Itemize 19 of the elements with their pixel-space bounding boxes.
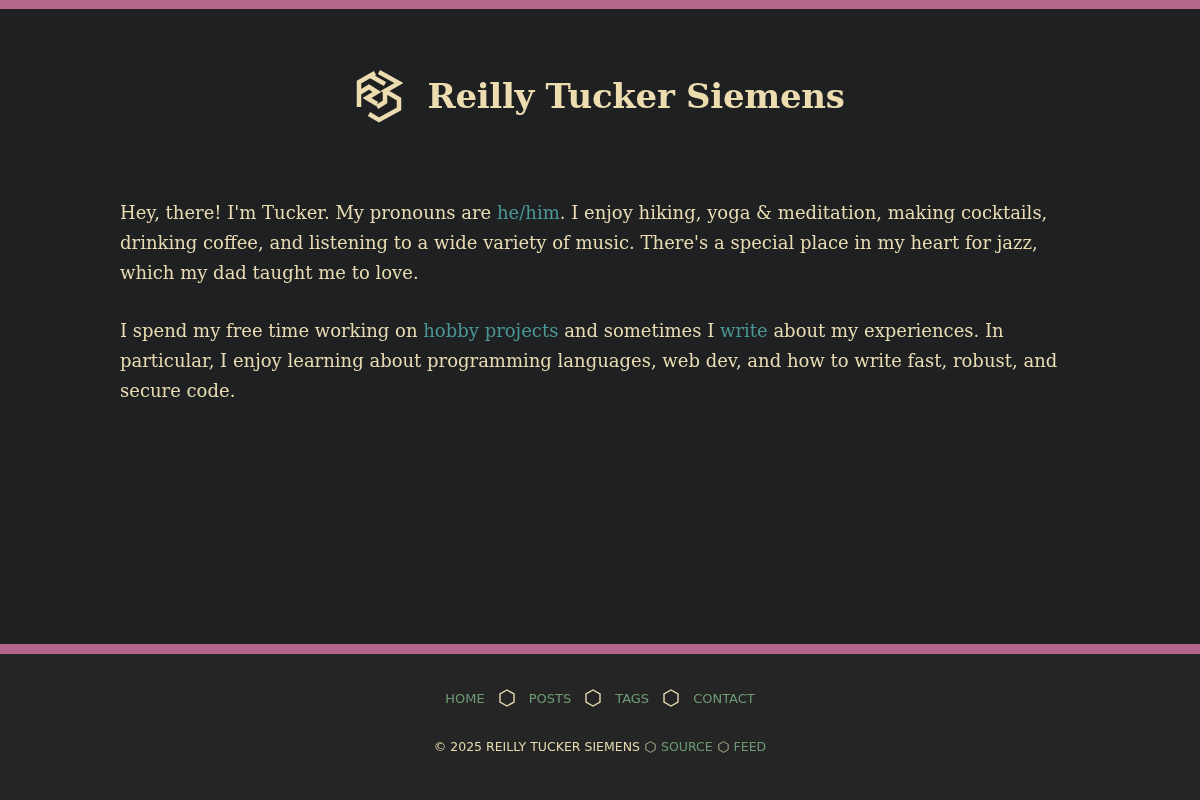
text-link[interactable]: he/him bbox=[497, 202, 560, 223]
hexagon-icon bbox=[498, 689, 515, 707]
nav-link[interactable]: CONTACT bbox=[693, 690, 755, 706]
nav-link[interactable]: TAGS bbox=[615, 690, 650, 706]
text-link[interactable]: write bbox=[720, 320, 768, 341]
intro-paragraph: Hey, there! I'm Tucker. My pronouns are he/him. I enjoy hiking, yoga & meditation, making cocktails, drinking coffee, and listening to a wide variety of music. There's a special place in my heart for jazz, which my dad taught me to love. bbox=[120, 201, 1049, 285]
footer-link[interactable]: SOURCE bbox=[660, 739, 713, 754]
nav-link[interactable]: HOME bbox=[445, 690, 485, 706]
text-link[interactable]: hobby projects bbox=[423, 320, 559, 341]
footer-link[interactable]: FEED bbox=[733, 739, 767, 754]
copyright-text: © 2025 REILLY TUCKER SIEMENS bbox=[433, 739, 640, 754]
hexagon-icon bbox=[644, 740, 656, 753]
site-title: Reilly Tucker Siemens bbox=[427, 75, 845, 117]
intro-paragraph: I spend my free time working on hobby projects and sometimes I write about my experiences. In particular, I enjoy learning about programming languages, web dev, and how to write fast, robust, and secure code. bbox=[120, 319, 1059, 403]
logo-icon[interactable] bbox=[355, 69, 404, 123]
nav-link[interactable]: POSTS bbox=[528, 690, 572, 706]
hexagon-icon bbox=[717, 740, 729, 753]
hexagon-icon bbox=[585, 689, 602, 707]
hexagon-icon bbox=[663, 689, 680, 707]
